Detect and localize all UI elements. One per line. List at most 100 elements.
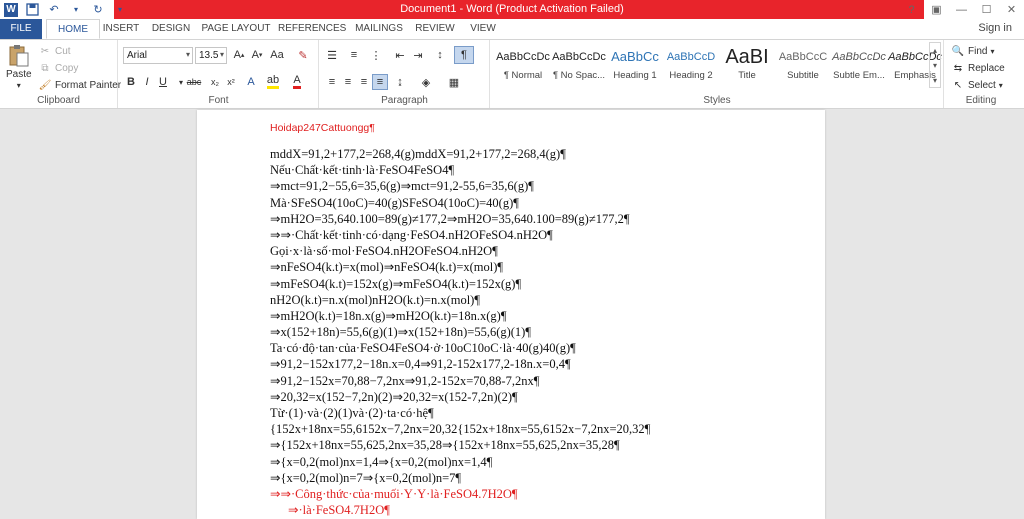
numbering-icon[interactable]: ≡ <box>346 47 362 63</box>
tab-mailings[interactable]: MAILINGS <box>352 19 406 39</box>
dropdown-icon[interactable]: ▾ <box>68 2 84 18</box>
style-subtle-emphasis[interactable]: AaBbCcDc Subtle Em... <box>831 44 887 86</box>
highlight-icon[interactable]: ab <box>265 74 281 90</box>
document-line: Ta·có·độ·tan·của·FeSO4FeSO4·ở·10oC10oC·l… <box>270 341 576 356</box>
style-heading-1[interactable]: AaBbCc Heading 1 <box>607 44 663 86</box>
find-dropdown-icon[interactable]: ▾ <box>990 47 994 56</box>
clear-formatting-icon[interactable]: ✎ <box>295 47 311 63</box>
cut-label: Cut <box>55 45 71 57</box>
bold-button[interactable]: B <box>123 74 139 90</box>
tab-review[interactable]: REVIEW <box>412 19 458 39</box>
styles-group: AaBbCcDc ¶ Normal AaBbCcDc ¶ No Spac... … <box>491 40 944 108</box>
replace-icon: ⇆ <box>953 62 963 74</box>
help-icon[interactable]: ? <box>899 0 924 19</box>
subscript-button[interactable]: x₂ <box>207 74 223 90</box>
style-no-spacing[interactable]: AaBbCcDc ¶ No Spac... <box>551 44 607 86</box>
document-heading: Hoidap247Cattuongg¶ <box>270 122 375 134</box>
tab-references[interactable]: REFERENCES <box>278 19 346 39</box>
undo-icon[interactable]: ↶ <box>46 2 62 18</box>
window-controls: ? ▣ — ☐ ✕ <box>899 0 1024 19</box>
customize-qat-icon[interactable]: ▾ <box>112 2 128 18</box>
borders-icon[interactable]: ▦ <box>446 74 462 90</box>
multilevel-list-icon[interactable]: ⋮ <box>368 47 384 63</box>
ribbon-tabs: FILE HOME INSERT DESIGN PAGE LAYOUT REFE… <box>0 19 1024 39</box>
font-family-dropdown-icon[interactable]: ▾ <box>186 50 190 59</box>
text-effects-icon[interactable]: A <box>243 74 259 90</box>
redo-icon[interactable]: ↻ <box>90 2 106 18</box>
superscript-button[interactable]: x² <box>223 74 239 90</box>
select-dropdown-icon[interactable]: ▾ <box>999 81 1003 90</box>
paste-button[interactable]: Paste ▾ <box>6 44 32 90</box>
document-line: ⇒⇒·Công·thức·của·muối·Y·Y·là·FeSO4.7H2O¶ <box>270 486 518 501</box>
shading-icon[interactable]: ◈ <box>418 74 434 90</box>
document-line: ⇒·là·FeSO4.7H2O¶ <box>288 503 390 518</box>
title-bar-highlight <box>114 0 924 19</box>
tab-home[interactable]: HOME <box>46 19 100 39</box>
font-size-dropdown-icon[interactable]: ▾ <box>220 50 224 59</box>
justify-icon[interactable]: ≡ <box>372 74 388 90</box>
paragraph-group-label: Paragraph <box>381 95 428 106</box>
find-icon: 🔍 <box>951 45 965 57</box>
decrease-indent-icon[interactable]: ⇤ <box>392 47 408 63</box>
bullets-icon[interactable]: ☰ <box>324 47 340 63</box>
align-left-icon[interactable]: ≡ <box>324 74 340 90</box>
cut-button[interactable]: ✂ Cut <box>38 44 71 58</box>
save-icon[interactable] <box>24 2 40 18</box>
ribbon-home: Paste ▾ ✂ Cut ⧉ Copy 🖌 Format Painter Cl… <box>0 39 1024 109</box>
document-body[interactable]: Hoidap247Cattuongg¶ mddX=91,2+177,2=268,… <box>270 120 810 518</box>
style-heading-2[interactable]: AaBbCcD Heading 2 <box>663 44 719 86</box>
document-line: ⇒mH2O=35,640.100=89(g)≠177,2⇒mH2O=35,640… <box>270 211 630 226</box>
word-app-icon[interactable]: W <box>4 2 18 17</box>
underline-button[interactable]: U <box>155 74 171 90</box>
style-preview: AaBbCcDc <box>832 51 886 63</box>
format-painter-label: Format Painter <box>55 79 122 91</box>
paste-dropdown-icon[interactable]: ▾ <box>17 81 21 90</box>
document-line: nH2O(k.t)=n.x(mol)nH2O(k.t)=n.x(mol)¶ <box>270 292 481 307</box>
styles-scroll[interactable]: ▴ ▾ ▾ <box>929 42 941 88</box>
style-title[interactable]: AaBI Title <box>719 44 775 86</box>
replace-button[interactable]: ⇆ Replace <box>951 61 1005 75</box>
maximize-icon[interactable]: ☐ <box>974 0 999 19</box>
paintbrush-icon: 🖌 <box>38 79 52 91</box>
close-icon[interactable]: ✕ <box>999 0 1024 19</box>
change-case-icon[interactable]: Aa <box>269 47 285 63</box>
document-area: Hoidap247Cattuongg¶ mddX=91,2+177,2=268,… <box>0 110 1024 519</box>
font-size-combo[interactable]: 13.5 ▾ <box>195 47 227 64</box>
styles-group-label: Styles <box>703 95 731 106</box>
font-family-combo[interactable]: Arial ▾ <box>123 47 193 64</box>
document-line: ⇒{x=0,2(mol)n=7⇒{x=0,2(mol)n=7¶ <box>270 470 462 485</box>
paste-label: Paste <box>6 69 32 80</box>
ribbon-display-icon[interactable]: ▣ <box>924 0 949 19</box>
strikethrough-button[interactable]: abc <box>183 74 205 90</box>
style-normal[interactable]: AaBbCcDc ¶ Normal <box>495 44 551 86</box>
tab-page-layout[interactable]: PAGE LAYOUT <box>200 19 272 39</box>
document-page[interactable]: Hoidap247Cattuongg¶ mddX=91,2+177,2=268,… <box>197 110 825 519</box>
increase-indent-icon[interactable]: ⇥ <box>410 47 426 63</box>
align-center-icon[interactable]: ≡ <box>340 74 356 90</box>
tab-insert[interactable]: INSERT <box>100 19 142 39</box>
copy-button[interactable]: ⧉ Copy <box>38 61 78 75</box>
format-painter-button[interactable]: 🖌 Format Painter <box>38 78 122 92</box>
line-spacing-icon[interactable]: ↨ <box>392 74 408 90</box>
clipboard-group: Paste ▾ ✂ Cut ⧉ Copy 🖌 Format Painter Cl… <box>0 40 122 108</box>
tab-design[interactable]: DESIGN <box>148 19 194 39</box>
tab-file[interactable]: FILE <box>0 19 42 39</box>
style-subtitle[interactable]: AaBbCcC Subtitle <box>775 44 831 86</box>
document-line: ⇒x(152+18n)=55,6(g)(1)⇒x(152+18n)=55,6(g… <box>270 325 532 340</box>
tab-view[interactable]: VIEW <box>464 19 502 39</box>
minimize-icon[interactable]: — <box>949 0 974 19</box>
document-line: ⇒mH2O(k.t)=18n.x(g)⇒mH2O(k.t)=18n.x(g)¶ <box>270 308 507 323</box>
font-color-icon[interactable]: A <box>289 74 305 90</box>
sign-in-link[interactable]: Sign in <box>978 22 1012 34</box>
find-button[interactable]: 🔍 Find ▾ <box>951 44 995 58</box>
style-name: ¶ Normal <box>503 70 543 81</box>
document-line: ⇒{152x+18nx=55,625,2nx=35,28⇒{152x+18nx=… <box>270 438 620 453</box>
show-marks-icon[interactable]: ¶ <box>454 46 474 64</box>
shrink-font-icon[interactable]: A ▾ <box>249 47 265 63</box>
italic-button[interactable]: I <box>139 74 155 90</box>
select-button[interactable]: ↖ Select ▾ <box>951 78 1003 92</box>
align-right-icon[interactable]: ≡ <box>356 74 372 90</box>
sort-icon[interactable]: ↕ <box>432 47 448 63</box>
grow-font-icon[interactable]: A ▴ <box>231 47 247 63</box>
find-label: Find <box>968 45 988 57</box>
